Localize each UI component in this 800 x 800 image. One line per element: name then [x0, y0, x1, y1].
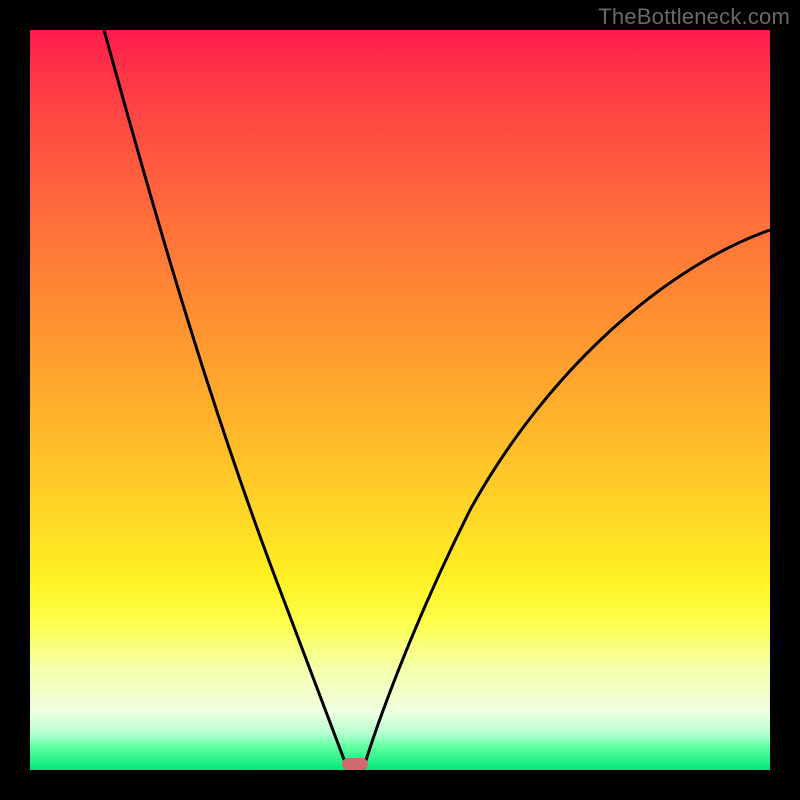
bottleneck-curve	[30, 30, 770, 770]
curve-left-branch	[104, 30, 348, 770]
curve-right-branch	[363, 230, 770, 770]
chart-frame: TheBottleneck.com	[0, 0, 800, 800]
plot-area	[30, 30, 770, 770]
bottleneck-marker	[342, 758, 368, 770]
watermark-text: TheBottleneck.com	[598, 4, 790, 30]
